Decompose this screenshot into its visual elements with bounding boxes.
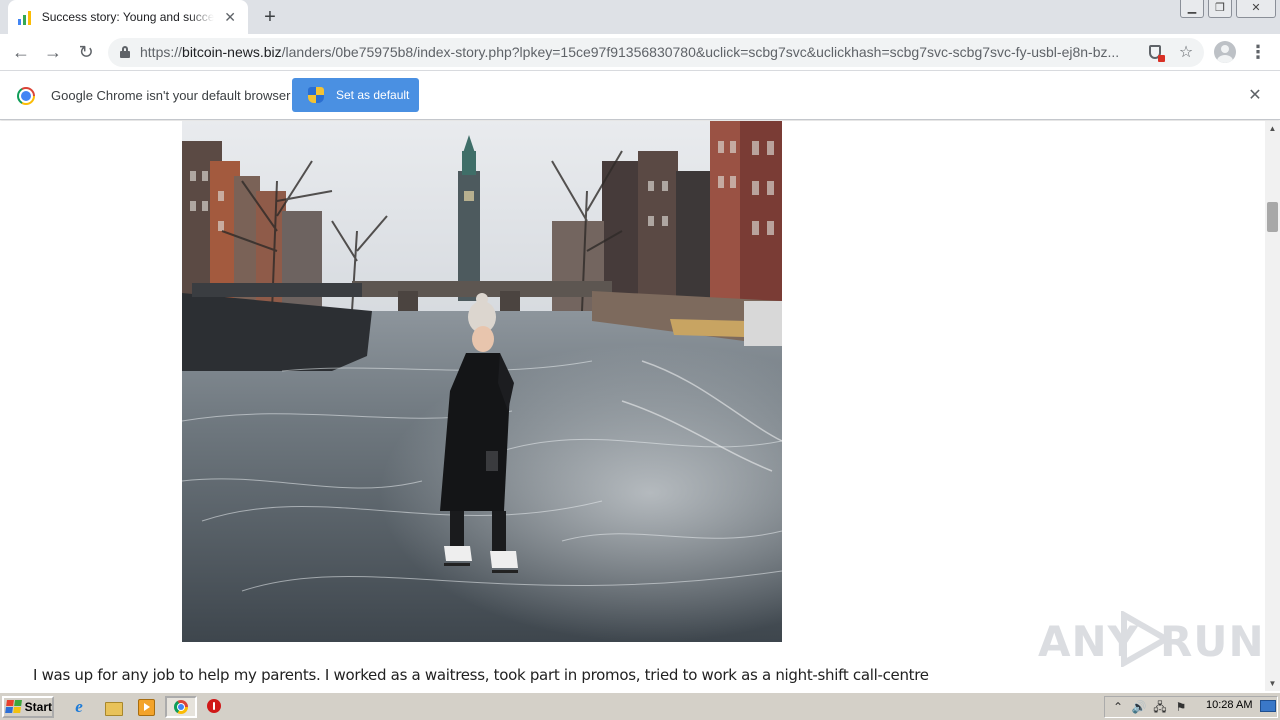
- uac-shield-icon: [308, 87, 324, 103]
- url-path: /landers/0be75975b8/index-story.php?lpke…: [281, 44, 1120, 60]
- anyrun-watermark: ANY RUN: [1038, 611, 1264, 667]
- avatar-icon[interactable]: [1214, 41, 1236, 63]
- window-close-button[interactable]: ✕: [1236, 0, 1276, 18]
- story-paragraph: I was up for any job to help my parents.…: [33, 666, 929, 684]
- opera-icon[interactable]: [206, 698, 224, 716]
- watermark-right-text: RUN: [1160, 617, 1265, 666]
- tab-close-icon[interactable]: ✕: [222, 9, 238, 25]
- taskbar-clock[interactable]: 10:28 AM: [1206, 699, 1252, 711]
- window-controls: ▁ ❐ ✕: [1176, 0, 1276, 18]
- chrome-logo-icon: [17, 87, 35, 105]
- address-bar[interactable]: https://bitcoin-news.biz/landers/0be7597…: [108, 38, 1204, 67]
- action-center-flag-icon[interactable]: ⚑: [1173, 699, 1189, 715]
- start-button[interactable]: Start: [2, 696, 54, 718]
- infobar-close-icon[interactable]: ✕: [1246, 87, 1264, 105]
- folder-icon[interactable]: [104, 698, 123, 716]
- kebab-menu-icon[interactable]: ⋮: [1248, 40, 1268, 64]
- new-tab-button[interactable]: +: [258, 5, 282, 29]
- show-desktop-icon[interactable]: [1260, 700, 1276, 712]
- tab-title: Success story: Young and successful: [41, 10, 215, 24]
- url-host: bitcoin-news.biz: [182, 44, 282, 60]
- default-browser-infobar: Google Chrome isn't your default browser…: [0, 71, 1280, 120]
- reload-button[interactable]: ↻: [74, 40, 98, 64]
- browser-tab[interactable]: Success story: Young and successful ✕: [8, 0, 248, 34]
- page-viewport: I was up for any job to help my parents.…: [0, 121, 1265, 691]
- tab-strip: Success story: Young and successful ✕ + …: [0, 0, 1280, 34]
- page-scrollbar[interactable]: ▲ ▼: [1265, 121, 1280, 691]
- set-as-default-label: Set as default: [336, 88, 410, 102]
- volume-icon[interactable]: 🔊: [1131, 699, 1147, 715]
- start-label: Start: [24, 700, 52, 714]
- windows-logo-icon: [5, 700, 23, 714]
- tray-expand-icon[interactable]: ⌃: [1110, 699, 1126, 715]
- star-icon[interactable]: ☆: [1176, 43, 1196, 63]
- browser-toolbar: ← → ↻ https://bitcoin-news.biz/landers/0…: [0, 34, 1280, 71]
- restore-button[interactable]: ❐: [1208, 0, 1232, 18]
- url-text[interactable]: https://bitcoin-news.biz/landers/0be7597…: [140, 44, 1119, 60]
- media-player-icon[interactable]: [137, 698, 155, 716]
- set-as-default-button[interactable]: Set as default: [292, 78, 419, 112]
- network-icon[interactable]: 🖧: [1152, 699, 1168, 715]
- chrome-icon: [174, 700, 188, 714]
- forward-button[interactable]: →: [41, 40, 65, 64]
- story-photo: [182, 121, 782, 642]
- taskbar-chrome-button[interactable]: [165, 696, 197, 718]
- minimize-button[interactable]: ▁: [1180, 0, 1204, 18]
- shield-icon[interactable]: [1146, 43, 1166, 63]
- back-button[interactable]: ←: [9, 40, 33, 64]
- bar-chart-favicon-icon: [18, 9, 34, 25]
- lock-icon[interactable]: [120, 46, 130, 58]
- scrollbar-thumb[interactable]: [1267, 202, 1278, 232]
- internet-explorer-icon[interactable]: e: [70, 698, 88, 716]
- windows-taskbar: Start e ⌃ 🔊 🖧 ⚑ 10:28 AM: [0, 692, 1280, 720]
- url-scheme: https://: [140, 44, 183, 60]
- scroll-up-arrow-icon[interactable]: ▲: [1265, 121, 1280, 136]
- infobar-message: Google Chrome isn't your default browser: [51, 88, 291, 103]
- scroll-down-arrow-icon[interactable]: ▼: [1265, 676, 1280, 691]
